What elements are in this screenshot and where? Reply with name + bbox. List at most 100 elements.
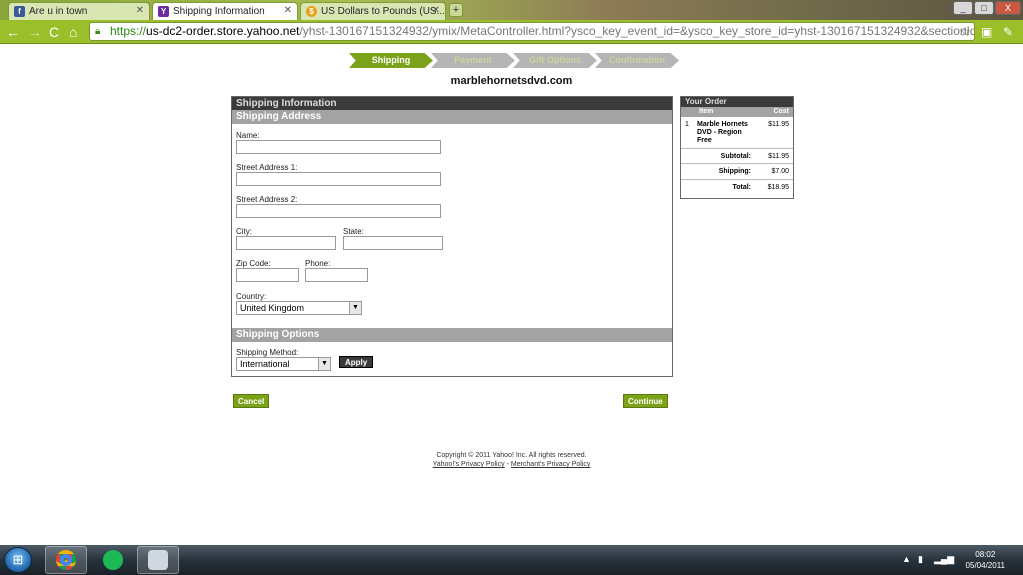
currency-site-icon: $ <box>306 6 317 17</box>
back-icon[interactable]: ← <box>6 23 20 41</box>
minimize-button[interactable]: _ <box>953 1 973 15</box>
close-icon[interactable]: ✕ <box>136 5 144 16</box>
wrench-icon[interactable]: ✎ <box>1003 24 1013 40</box>
street1-field[interactable] <box>236 172 441 186</box>
new-tab-button[interactable]: + <box>449 3 463 17</box>
close-icon[interactable]: ✕ <box>432 5 440 16</box>
close-icon[interactable]: ✕ <box>284 5 292 16</box>
facebook-icon: f <box>14 6 25 17</box>
country-label: Country: <box>236 292 267 301</box>
chevron-down-icon: ▼ <box>349 302 361 314</box>
street2-label: Street Address 2: <box>236 195 298 204</box>
item-cost: $11.95 <box>768 121 789 128</box>
bookmark-star-icon[interactable]: ☆ <box>959 23 971 40</box>
panel-title: Shipping Information <box>232 97 672 110</box>
order-columns: Item Cost <box>681 107 793 117</box>
total-value: $18.95 <box>767 184 789 191</box>
shipping-method-label: Shipping Method: <box>236 348 299 357</box>
step-gift-options: Gift Options <box>513 53 597 68</box>
tab-title: US Dollars to Pounds (US... <box>321 6 445 17</box>
address-bar[interactable]: 🔒︎ https://us-dc2-order.store.yahoo.net/… <box>89 22 975 41</box>
step-shipping: Shipping <box>349 53 433 68</box>
city-field[interactable] <box>236 236 336 250</box>
city-label: City: <box>236 227 252 236</box>
taskbar: ⊞ ▲ ▮ ▂▄▆ 08:02 05/04/2011 <box>0 545 1023 575</box>
item-name: Marble Hornets DVD - Region Free <box>697 121 748 144</box>
tab-title: Shipping Information <box>173 6 265 17</box>
zip-field[interactable] <box>236 268 299 282</box>
name-field[interactable] <box>236 140 441 154</box>
link-separator: - <box>506 461 509 468</box>
close-window-button[interactable]: X <box>995 1 1021 15</box>
shipping-value: $7.00 <box>771 168 789 175</box>
cancel-button[interactable]: Cancel <box>233 394 270 408</box>
store-name: marblehornetsdvd.com <box>450 75 573 87</box>
shipping-panel: Shipping Information Shipping Address Na… <box>231 96 673 377</box>
state-field[interactable] <box>343 236 443 250</box>
shipping-method-select[interactable]: International ▼ <box>236 357 331 371</box>
phone-label: Phone: <box>305 259 331 268</box>
shipping-options-heading: Shipping Options <box>232 328 672 342</box>
col-item: Item <box>699 108 714 115</box>
item-qty: 1 <box>685 121 689 128</box>
browser-tab-strip: f Are u in town ✕ Y Shipping Information… <box>0 0 1023 20</box>
order-title: Your Order <box>681 97 793 107</box>
clock[interactable]: 08:02 05/04/2011 <box>966 549 1005 571</box>
shipping-row: Shipping: $7.00 <box>681 164 793 180</box>
tab-title: Are u in town <box>29 6 88 17</box>
subtotal-value: $11.95 <box>768 153 789 160</box>
clock-time: 08:02 <box>975 550 996 559</box>
total-label: Total: <box>732 184 751 191</box>
spotify-icon <box>103 550 123 570</box>
phone-field[interactable] <box>305 268 368 282</box>
chevron-down-icon: ▼ <box>318 358 330 370</box>
tab-currency[interactable]: $ US Dollars to Pounds (US... ✕ <box>300 2 446 20</box>
step-confirmation: Confirmation <box>595 53 679 68</box>
signal-icon[interactable]: ▂▄▆ <box>934 554 954 565</box>
url-scheme: https:// <box>110 24 147 38</box>
chrome-icon <box>56 550 76 570</box>
taskbar-paint[interactable] <box>137 546 179 574</box>
step-payment: Payment <box>431 53 515 68</box>
taskbar-spotify[interactable] <box>92 546 134 574</box>
copyright-text: Copyright © 2011 Yahoo! Inc. All rights … <box>436 452 587 459</box>
merchant-privacy-link[interactable]: Merchant's Privacy Policy <box>511 461 591 468</box>
shipping-address-heading: Shipping Address <box>232 110 672 124</box>
street2-field[interactable] <box>236 204 441 218</box>
browser-toolbar: ← → C ⌂ 🔒︎ https://us-dc2-order.store.ya… <box>0 20 1023 44</box>
name-label: Name: <box>236 131 260 140</box>
country-value: United Kingdom <box>240 303 305 313</box>
tab-shipping-information[interactable]: Y Shipping Information ✕ <box>152 2 298 20</box>
apply-button[interactable]: Apply <box>339 356 374 368</box>
continue-button[interactable]: Continue <box>623 394 668 408</box>
taskbar-chrome[interactable] <box>45 546 87 574</box>
footer-links: Yahoo!'s Privacy Policy - Merchant's Pri… <box>0 461 1023 468</box>
shipping-label: Shipping: <box>718 168 751 175</box>
order-item-row: 1 Marble Hornets DVD - Region Free $11.9… <box>681 117 793 149</box>
subtotal-label: Subtotal: <box>720 153 751 160</box>
country-select[interactable]: United Kingdom ▼ <box>236 301 362 315</box>
col-cost: Cost <box>773 108 789 115</box>
reload-icon[interactable]: C <box>49 23 59 41</box>
url-path: /yhst-130167151324932/ymix/MetaControlle… <box>299 24 975 38</box>
extension-icon[interactable]: ▣ <box>981 24 992 40</box>
paint-icon <box>148 550 168 570</box>
battery-icon[interactable]: ▮ <box>918 554 923 565</box>
maximize-button[interactable]: □ <box>974 1 994 15</box>
show-hidden-icons[interactable]: ▲ <box>902 554 911 564</box>
clock-date: 05/04/2011 <box>965 561 1005 570</box>
url-host: us-dc2-order.store.yahoo.net <box>146 24 300 38</box>
total-row: Total: $18.95 <box>681 180 793 196</box>
state-label: State: <box>343 227 364 236</box>
forward-icon[interactable]: → <box>28 23 42 41</box>
zip-label: Zip Code: <box>236 259 271 268</box>
street1-label: Street Address 1: <box>236 163 298 172</box>
lock-icon: 🔒︎ <box>95 26 101 37</box>
home-icon[interactable]: ⌂ <box>69 23 77 41</box>
yahoo-icon: Y <box>158 6 169 17</box>
tab-facebook[interactable]: f Are u in town ✕ <box>8 2 150 20</box>
start-button[interactable]: ⊞ <box>4 547 32 573</box>
window-controls: _ □ X <box>953 1 1021 15</box>
privacy-link[interactable]: Yahoo!'s Privacy Policy <box>433 461 505 468</box>
order-summary: Your Order Item Cost 1 Marble Hornets DV… <box>680 96 794 199</box>
